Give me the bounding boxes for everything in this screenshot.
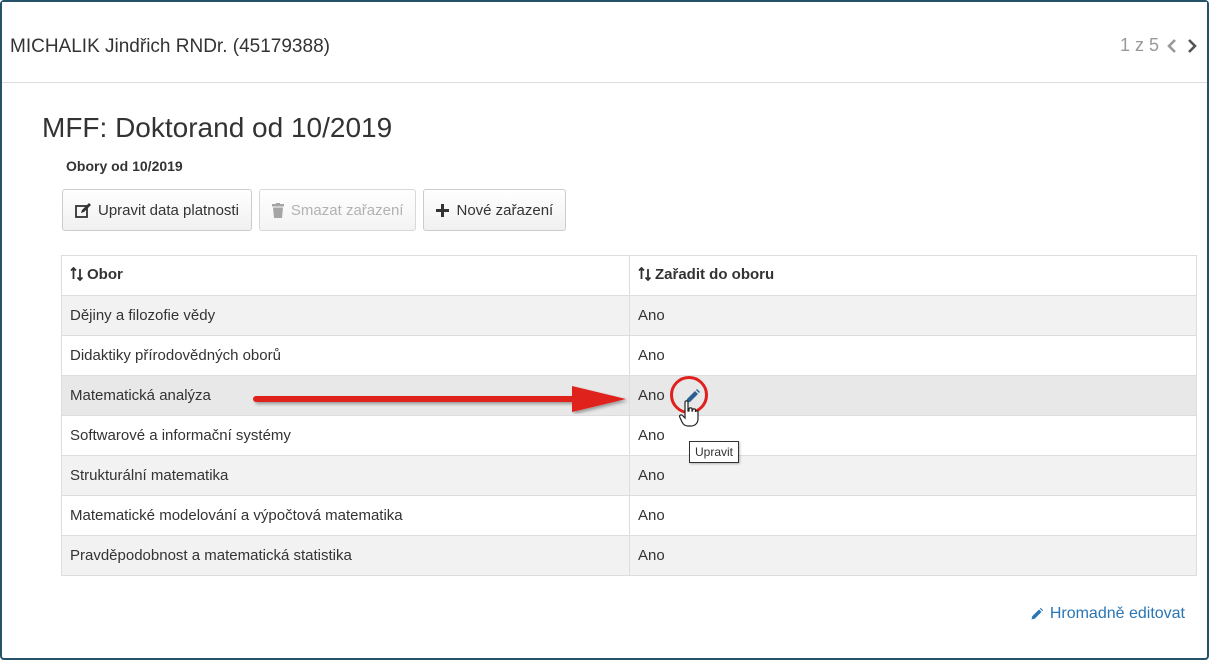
column-header-zaradit-label: Zařadit do oboru	[655, 265, 775, 283]
table-row: Dějiny a filozofie vědy Ano	[61, 295, 1197, 336]
edit-dates-button[interactable]: Upravit data platnosti	[62, 189, 252, 231]
column-header-zaradit[interactable]: Zařadit do oboru	[629, 255, 1197, 296]
column-header-obor-label: Obor	[87, 265, 123, 283]
fields-table: Obor Zařadit do oboru Dějiny a filozofie…	[61, 255, 1197, 576]
pager: 1 z 5	[1120, 35, 1199, 56]
delete-assignment-button[interactable]: Smazat zařazení	[258, 189, 417, 231]
sort-icon	[70, 267, 84, 282]
bulk-edit-link[interactable]: Hromadně editovat	[1029, 605, 1185, 623]
table-row: Didaktiky přírodovědných oborů Ano	[61, 335, 1197, 376]
edit-icon	[75, 202, 91, 218]
obor-cell: Dějiny a filozofie vědy	[61, 295, 630, 336]
zaradit-cell[interactable]: Ano	[629, 375, 1197, 416]
bulk-edit-label: Hromadně editovat	[1049, 605, 1185, 622]
section-title: MFF: Doktorand od 10/2019	[42, 112, 393, 143]
section-subtitle: Obory od 10/2019	[66, 158, 183, 174]
new-assignment-label: Nové zařazení	[456, 201, 554, 219]
panel-header: MICHALIK Jindřich RNDr. (45179388) 1 z 5	[2, 2, 1207, 83]
chevron-left-icon[interactable]	[1165, 37, 1179, 55]
tooltip: Upravit	[689, 441, 740, 463]
new-assignment-button[interactable]: Nové zařazení	[423, 189, 567, 231]
annotation-arrow	[253, 386, 626, 412]
table-row: Pravděpodobnost a matematická statistika…	[61, 535, 1197, 576]
obor-cell: Pravděpodobnost a matematická statistika	[61, 535, 630, 576]
obor-cell: Didaktiky přírodovědných oborů	[61, 335, 630, 376]
table-row: Softwarové a informační systémy Ano	[61, 415, 1197, 456]
table-header-row: Obor Zařadit do oboru	[61, 255, 1197, 296]
table-row: Strukturální matematika Ano	[61, 455, 1197, 496]
pencil-icon	[1031, 607, 1043, 619]
column-header-obor[interactable]: Obor	[61, 255, 630, 296]
obor-cell: Matematické modelování a výpočtová matem…	[61, 495, 630, 536]
table-row: Matematické modelování a výpočtová matem…	[61, 495, 1197, 536]
sort-icon	[638, 267, 652, 282]
obor-cell: Softwarové a informační systémy	[61, 415, 630, 456]
zaradit-cell: Ano	[629, 335, 1197, 376]
pager-text: 1 z 5	[1119, 35, 1159, 55]
hand-cursor-icon	[679, 400, 699, 427]
zaradit-cell: Ano	[629, 495, 1197, 536]
zaradit-cell: Ano	[629, 295, 1197, 336]
obor-cell: Strukturální matematika	[61, 455, 630, 496]
toolbar: Upravit data platnosti Smazat zařazení N…	[62, 189, 567, 231]
edit-dates-label: Upravit data platnosti	[98, 201, 239, 219]
plus-icon	[436, 203, 450, 217]
chevron-right-icon[interactable]	[1185, 37, 1199, 55]
zaradit-cell: Ano	[629, 535, 1197, 576]
person-name: MICHALIK Jindřich RNDr. (45179388)	[10, 36, 330, 57]
trash-icon	[271, 202, 284, 218]
delete-assignment-label: Smazat zařazení	[290, 201, 404, 219]
